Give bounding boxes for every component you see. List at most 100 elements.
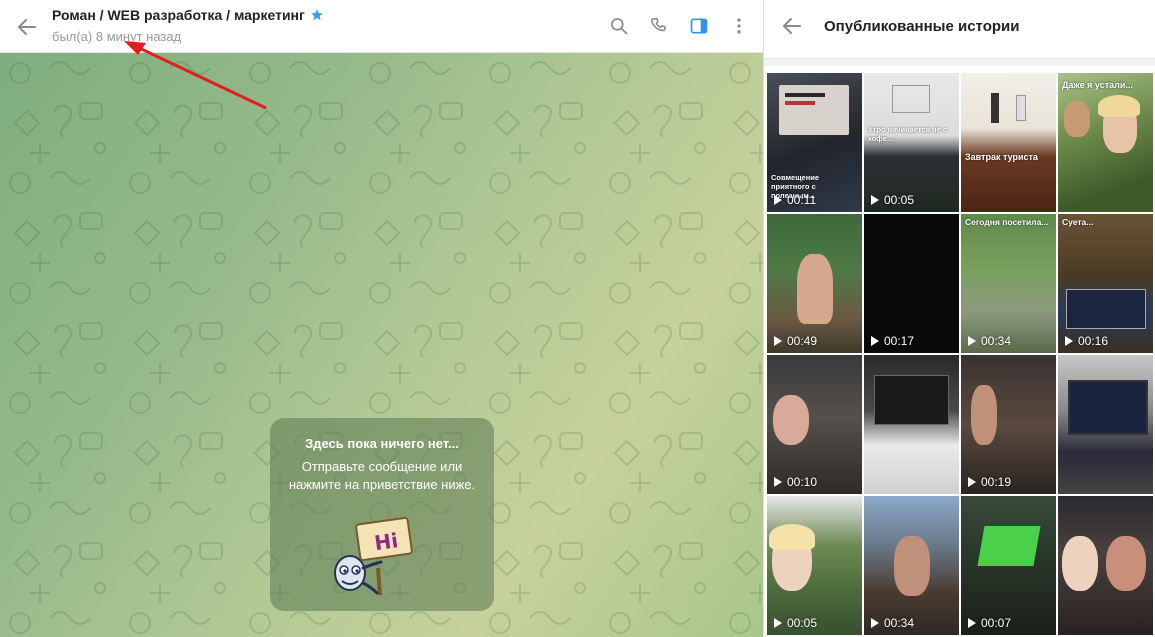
- face: [773, 395, 809, 445]
- chat-background: Здесь пока ничего нет... Отправьте сообщ…: [0, 53, 764, 637]
- search-button[interactable]: [606, 13, 632, 39]
- sidebar-toggle-icon: [690, 18, 708, 34]
- play-icon: [774, 477, 782, 487]
- green-graphic: [977, 526, 1041, 566]
- story-tile[interactable]: 00:05: [767, 496, 862, 635]
- play-icon: [968, 618, 976, 628]
- story-duration: 00:34: [870, 616, 914, 630]
- story-duration-text: 00:34: [981, 334, 1012, 348]
- story-duration-text: 00:10: [787, 475, 818, 489]
- stories-separator: [764, 58, 1155, 66]
- bottle: [1016, 95, 1026, 121]
- story-duration: 00:05: [870, 193, 914, 207]
- back-arrow-icon: [18, 19, 36, 35]
- story-duration: 00:05: [773, 616, 817, 630]
- monitor: [874, 375, 949, 425]
- paper-note: [892, 85, 930, 113]
- play-icon: [1065, 336, 1073, 346]
- story-duration: 00:07: [967, 616, 1011, 630]
- play-icon: [774, 336, 782, 346]
- person: [971, 385, 997, 445]
- story-caption: Сегодня посетила...: [965, 217, 1049, 227]
- story-duration-text: 00:49: [787, 334, 818, 348]
- hair: [1098, 95, 1140, 117]
- story-tile[interactable]: [1058, 496, 1153, 635]
- play-icon: [871, 618, 879, 628]
- face: [1106, 536, 1146, 591]
- header-actions: [606, 13, 752, 39]
- story-tile[interactable]: 00:07: [961, 496, 1056, 635]
- story-tile[interactable]: 00:19: [961, 355, 1056, 494]
- pane-divider: [763, 0, 764, 637]
- story-duration: 00:10: [773, 475, 817, 489]
- play-icon: [774, 195, 782, 205]
- person: [797, 254, 833, 324]
- screen-line: [785, 93, 825, 97]
- star-icon: [311, 9, 323, 21]
- chat-pane: Роман / WEB разработка / маркетинг был(а…: [0, 0, 764, 637]
- story-tile[interactable]: 00:34: [864, 496, 959, 635]
- story-duration-text: 00:05: [884, 193, 915, 207]
- call-button[interactable]: [646, 13, 672, 39]
- story-tile[interactable]: Утро начинается не с кофе... 00:05: [864, 73, 959, 212]
- story-caption: Утро начинается не с кофе...: [868, 125, 947, 143]
- story-duration-text: 00:11: [787, 193, 817, 207]
- story-tile[interactable]: Совмещение приятного с полезным... 00:11: [767, 73, 862, 212]
- hair: [769, 524, 815, 550]
- stories-title: Опубликованные истории: [824, 18, 1020, 35]
- story-caption: Завтрак туриста: [965, 152, 1038, 162]
- chat-title-row[interactable]: Роман / WEB разработка / маркетинг: [52, 7, 324, 23]
- bottle: [991, 93, 999, 123]
- play-icon: [774, 618, 782, 628]
- stories-back-button[interactable]: [779, 13, 805, 39]
- laptop-screen: [1068, 380, 1148, 435]
- laptop: [1066, 289, 1146, 329]
- story-tile[interactable]: Суета... 00:16: [1058, 214, 1153, 353]
- story-duration: 00:34: [967, 334, 1011, 348]
- story-duration: 00:19: [967, 475, 1011, 489]
- story-duration-text: 00:34: [884, 616, 915, 630]
- story-duration: 00:16: [1064, 334, 1108, 348]
- play-icon: [968, 477, 976, 487]
- story-duration: 00:49: [773, 334, 817, 348]
- sidebar-toggle-button[interactable]: [686, 13, 712, 39]
- sticker-text: Hi: [373, 528, 400, 555]
- phone-icon: [650, 17, 666, 32]
- stories-pane: Опубликованные истории Совмещение приятн…: [764, 0, 1155, 637]
- face: [1064, 101, 1090, 137]
- search-icon: [611, 18, 628, 35]
- play-icon: [968, 336, 976, 346]
- empty-chat-text: Отправьте сообщение или нажмите на приве…: [288, 459, 476, 492]
- story-tile[interactable]: [864, 355, 959, 494]
- story-tile[interactable]: Сегодня посетила... 00:34: [961, 214, 1056, 353]
- chat-title[interactable]: Роман / WEB разработка / маркетинг: [52, 7, 305, 23]
- stories-header: Опубликованные истории: [764, 0, 1155, 56]
- story-duration: 00:11: [773, 193, 816, 207]
- play-icon: [871, 336, 879, 346]
- sticker-graphic: Hi: [334, 516, 413, 596]
- play-icon: [871, 195, 879, 205]
- empty-chat-title: Здесь пока ничего нет...: [305, 436, 459, 451]
- story-tile[interactable]: 00:17: [864, 214, 959, 353]
- hi-greeting-sticker[interactable]: Hi: [330, 513, 420, 598]
- last-seen-status: был(а) 8 минут назад: [52, 29, 182, 44]
- story-duration-text: 00:07: [981, 616, 1012, 630]
- story-caption: Суета...: [1062, 217, 1094, 227]
- person: [894, 536, 930, 596]
- story-caption: Даже я устали...: [1062, 80, 1133, 90]
- back-button[interactable]: [14, 14, 40, 40]
- story-tile[interactable]: Даже я устали...: [1058, 73, 1153, 212]
- screen-line: [785, 101, 815, 105]
- story-tile[interactable]: 00:49: [767, 214, 862, 353]
- chat-header: Роман / WEB разработка / маркетинг был(а…: [0, 0, 764, 53]
- story-tile[interactable]: 00:10: [767, 355, 862, 494]
- story-duration-text: 00:05: [787, 616, 818, 630]
- story-duration-text: 00:17: [884, 334, 915, 348]
- more-button[interactable]: [726, 13, 752, 39]
- story-duration-text: 00:16: [1078, 334, 1109, 348]
- story-tile[interactable]: Завтрак туриста: [961, 73, 1056, 212]
- more-vert-icon: [737, 18, 741, 34]
- story-tile[interactable]: [1058, 355, 1153, 494]
- story-duration-text: 00:19: [981, 475, 1012, 489]
- back-arrow-icon: [783, 18, 801, 34]
